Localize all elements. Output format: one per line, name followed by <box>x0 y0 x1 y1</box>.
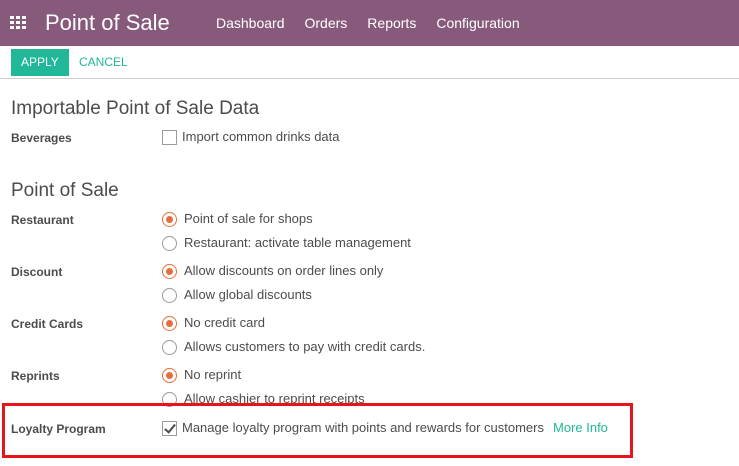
credit-cards-option-none[interactable]: No credit card <box>162 315 265 331</box>
credit-cards-option-allow-label: Allows customers to pay with credit card… <box>184 339 426 354</box>
credit-cards-radio-none[interactable] <box>162 315 177 331</box>
loyalty-option[interactable]: Manage loyalty program with points and r… <box>162 420 608 436</box>
restaurant-option-shops[interactable]: Point of sale for shops <box>162 211 313 227</box>
main-menu: Dashboard Orders Reports Configuration <box>206 0 530 46</box>
discount-option-lines-label: Allow discounts on order lines only <box>184 263 384 278</box>
cancel-button[interactable]: CANCEL <box>72 49 135 76</box>
credit-cards-option-allow[interactable]: Allows customers to pay with credit card… <box>162 339 425 355</box>
loyalty-checkbox[interactable] <box>162 420 177 436</box>
discount-radio-global[interactable] <box>162 287 177 303</box>
section-title-importable: Importable Point of Sale Data <box>11 98 260 119</box>
loyalty-label: Loyalty Program <box>11 422 106 436</box>
app-title: Point of Sale <box>45 10 170 35</box>
loyalty-option-label: Manage loyalty program with points and r… <box>182 420 544 435</box>
discount-option-global-label: Allow global discounts <box>184 287 312 302</box>
discount-option-global[interactable]: Allow global discounts <box>162 287 312 303</box>
menu-item-orders[interactable]: Orders <box>295 0 358 46</box>
discount-option-lines[interactable]: Allow discounts on order lines only <box>162 263 383 279</box>
discount-radio-lines[interactable] <box>162 263 177 279</box>
menu-item-dashboard[interactable]: Dashboard <box>206 0 295 46</box>
credit-cards-label: Credit Cards <box>11 317 84 331</box>
restaurant-label: Restaurant <box>11 213 74 227</box>
discount-label: Discount <box>11 265 63 279</box>
reprints-option-none[interactable]: No reprint <box>162 367 241 383</box>
top-navbar: Point of Sale Dashboard Orders Reports C… <box>0 0 739 46</box>
restaurant-option-shops-label: Point of sale for shops <box>184 211 313 226</box>
menu-item-configuration[interactable]: Configuration <box>426 0 529 46</box>
apply-button[interactable]: APPLY <box>11 49 69 76</box>
reprints-option-allow[interactable]: Allow cashier to reprint receipts <box>162 391 365 407</box>
restaurant-option-tables[interactable]: Restaurant: activate table management <box>162 235 411 251</box>
more-info-link[interactable]: More Info <box>553 420 608 436</box>
credit-cards-option-none-label: No credit card <box>184 315 265 330</box>
restaurant-option-tables-label: Restaurant: activate table management <box>184 235 411 250</box>
reprints-option-allow-label: Allow cashier to reprint receipts <box>184 391 365 406</box>
reprints-radio-allow[interactable] <box>162 391 177 407</box>
beverages-option[interactable]: Import common drinks data <box>162 129 340 145</box>
beverages-option-label: Import common drinks data <box>182 129 340 144</box>
credit-cards-radio-allow[interactable] <box>162 339 177 355</box>
reprints-option-none-label: No reprint <box>184 367 242 382</box>
reprints-label: Reprints <box>11 369 60 383</box>
beverages-checkbox[interactable] <box>162 129 177 145</box>
grid-icon[interactable] <box>10 16 26 30</box>
reprints-radio-none[interactable] <box>162 367 177 383</box>
section-title-pos: Point of Sale <box>11 180 119 201</box>
restaurant-radio-shops[interactable] <box>162 211 177 227</box>
beverages-label: Beverages <box>11 131 72 145</box>
restaurant-radio-tables[interactable] <box>162 235 177 251</box>
menu-item-reports[interactable]: Reports <box>357 0 426 46</box>
control-panel: APPLY CANCEL <box>0 46 739 79</box>
